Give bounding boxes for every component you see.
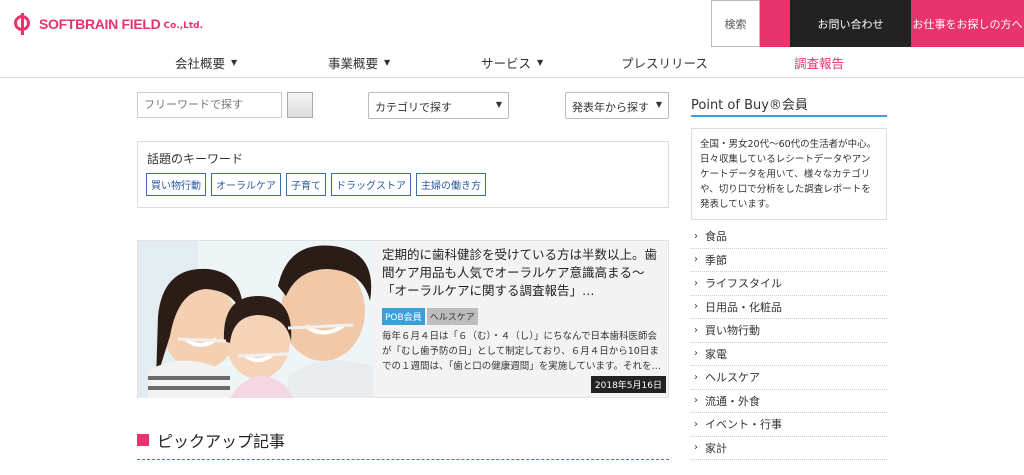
chevron-right-icon: › [694,395,698,407]
nav-company-label: 会社概要 [175,55,226,71]
nav-business-label: 事業概要 [328,55,379,71]
keyword-tag[interactable]: 買い物行動 [146,173,206,196]
keyword-tag[interactable]: 子育て [286,173,326,196]
category-label: 季節 [705,253,727,267]
logo-text: SOFTBRAIN FIELD [39,16,161,32]
nav-service[interactable]: サービス ▼ [481,47,543,77]
category-item[interactable]: › 家計 [691,437,887,460]
caret-down-icon: ▼ [231,57,238,67]
keyword-tag[interactable]: ドラッグストア [331,173,411,196]
keyword-search-input[interactable] [137,92,282,118]
category-label: 家電 [705,347,727,361]
featured-title[interactable]: 定期的に歯科健診を受けている方は半数以上。歯間ケア用品も人気でオーラルケア意識高… [382,246,666,300]
keyword-tag[interactable]: オーラルケア [211,173,281,196]
keyword-tags: 買い物行動 オーラルケア 子育て ドラッグストア 主婦の働き方 [146,173,486,196]
nav-company[interactable]: 会社概要 ▼ [175,47,237,77]
sidebar-description: 全国・男女20代～60代の生活者が中心。日々収集しているレシートデータやアンケー… [691,128,887,220]
pickup-title: ピックアップ記事 [157,432,286,451]
nav-research-label: 調査報告 [794,55,845,71]
keyword-title: 話題のキーワード [147,152,244,166]
nav-press[interactable]: プレスリリース [621,47,708,77]
contact-button[interactable]: お問い合わせ [790,0,911,47]
category-label: 流通・外食 [705,394,760,408]
top-header: SOFTBRAIN FIELD Co.,Ltd. 検索 お問い合わせ お仕事をお… [0,0,1024,47]
featured-photo [138,241,373,398]
category-item[interactable]: › 食品 [691,225,887,249]
badge-healthcare: ヘルスケア [426,308,478,325]
dropdown-arrow-icon: ▼ [495,100,502,109]
sidebar-title-underline [691,115,887,117]
caret-down-icon: ▼ [537,57,544,67]
featured-article-card[interactable]: 定期的に歯科健診を受けている方は半数以上。歯間ケア用品も人気でオーラルケア意識高… [137,240,669,398]
category-item[interactable]: › 季節 [691,249,887,272]
keyword-search-button[interactable] [287,92,313,118]
category-label: 食品 [705,230,727,244]
category-select-value: カテゴリで探す [375,101,452,114]
pickup-heading: ピックアップ記事 [137,428,285,452]
category-item[interactable]: › イベント・行事 [691,413,887,437]
keyword-tag[interactable]: 主婦の働き方 [416,173,486,196]
category-label: イベント・行事 [705,418,782,432]
badge-pob: POB会員 [382,308,425,325]
category-label: ヘルスケア [705,371,760,385]
nav-service-label: サービス [481,55,532,71]
chevron-right-icon: › [694,254,698,266]
accent-strip [760,0,790,47]
chevron-right-icon: › [694,301,698,313]
chevron-right-icon: › [694,324,698,336]
square-bullet-icon [137,434,149,446]
sidebar-title: Point of Buy®会員 [691,98,808,113]
nav-press-label: プレスリリース [621,55,708,71]
caret-down-icon: ▼ [384,57,391,67]
category-item[interactable]: › 買い物行動 [691,319,887,343]
logo[interactable]: SOFTBRAIN FIELD Co.,Ltd. [14,8,203,40]
logo-sub: Co.,Ltd. [163,20,204,31]
featured-date: 2018年5月16日 [590,376,666,393]
year-select-value: 発表年から探す [572,101,649,114]
divider [137,459,669,460]
category-select[interactable]: カテゴリで探す ▼ [368,92,509,119]
main-nav: 会社概要 ▼ 事業概要 ▼ サービス ▼ プレスリリース 調査報告 [0,47,1024,78]
category-label: 家計 [705,441,727,455]
category-item[interactable]: › ライフスタイル [691,272,887,296]
chevron-right-icon: › [694,348,698,360]
category-label: 買い物行動 [705,324,760,338]
chevron-right-icon: › [694,277,698,289]
chevron-right-icon: › [694,442,698,454]
logo-mark-icon [14,13,36,35]
nav-business[interactable]: 事業概要 ▼ [328,47,390,77]
year-select[interactable]: 発表年から探す ▼ [565,92,669,119]
featured-excerpt: 毎年６月４日は「６（む）・４（し）」にちなんで日本歯科医師会が「むし歯予防の日」… [382,331,662,372]
jobs-button[interactable]: お仕事をお探しの方へ [911,0,1024,47]
chevron-right-icon: › [694,230,698,242]
chevron-right-icon: › [694,418,698,430]
category-item[interactable]: › 家電 [691,343,887,366]
chevron-right-icon: › [694,371,698,383]
keyword-box: 話題のキーワード 買い物行動 オーラルケア 子育て ドラッグストア 主婦の働き方 [137,141,669,208]
nav-research[interactable]: 調査報告 [794,47,844,77]
dropdown-arrow-icon: ▼ [655,100,662,109]
category-item[interactable]: › 流通・外食 [691,390,887,413]
search-button[interactable]: 検索 [711,0,760,47]
category-list: › 食品 › 季節 › ライフスタイル › 日用品・化粧品 › 買い物行動 › 家電 › ヘル… [691,225,887,460]
category-item[interactable]: › ヘルスケア [691,366,887,390]
category-item[interactable]: › 日用品・化粧品 [691,296,887,319]
category-label: ライフスタイル [705,277,782,291]
category-label: 日用品・化粧品 [705,300,782,314]
featured-badges: POB会員 ヘルスケア [382,308,478,325]
